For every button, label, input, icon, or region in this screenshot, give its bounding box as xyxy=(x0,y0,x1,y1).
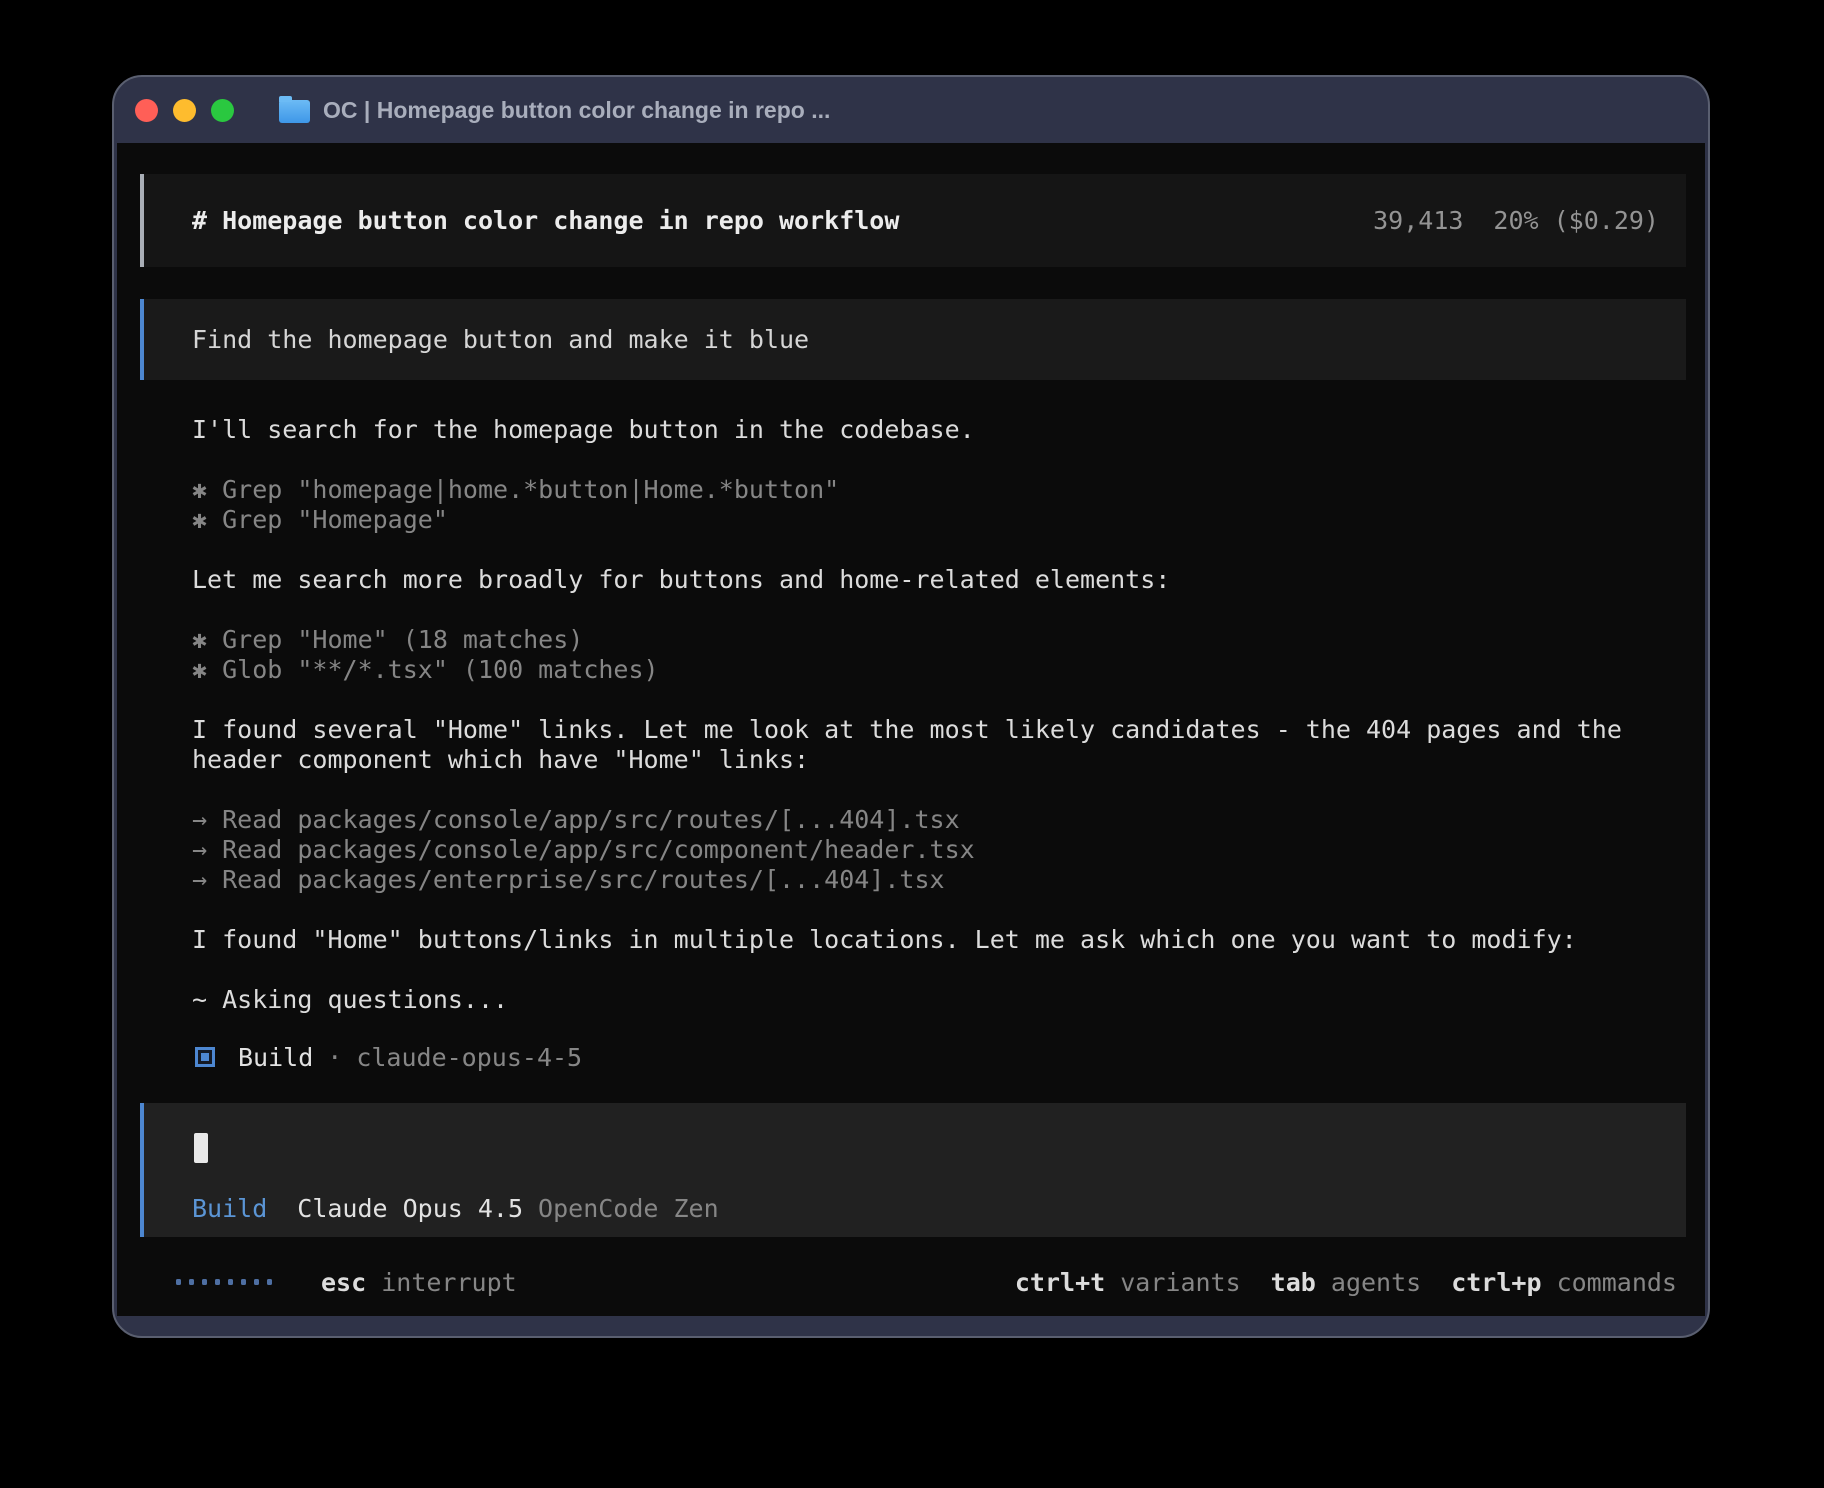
prompt-provider: OpenCode Zen xyxy=(538,1194,719,1223)
transcript-line: ~ Asking questions... xyxy=(192,985,1652,1015)
interrupt-label: interrupt xyxy=(366,1268,517,1297)
spinner-dot xyxy=(254,1279,259,1285)
prompt-input[interactable]: Build Claude Opus 4.5 OpenCode Zen xyxy=(140,1103,1686,1237)
transcript-line: Let me search more broadly for buttons a… xyxy=(192,565,1652,595)
prompt-mode: Build xyxy=(192,1194,267,1223)
transcript-line: ✱ Grep "homepage|home.*button|Home.*butt… xyxy=(192,475,1652,505)
shortcut-commands: ctrl+p commands xyxy=(1451,1268,1677,1297)
token-count: 39,413 xyxy=(1373,206,1463,235)
shortcut-variants: ctrl+t variants xyxy=(1015,1268,1241,1297)
close-button[interactable] xyxy=(135,99,158,122)
build-agent-icon xyxy=(195,1047,215,1067)
statusbar: esc interrupt ctrl+t variants tab agents… xyxy=(176,1267,1677,1297)
transcript-line: I found several "Home" links. Let me loo… xyxy=(192,715,1652,775)
transcript-line: → Read packages/console/app/src/componen… xyxy=(192,835,1652,865)
transcript-line: ✱ Grep "Homepage" xyxy=(192,505,1652,535)
agent-model: claude-opus-4-5 xyxy=(356,1043,582,1072)
spinner-dot xyxy=(241,1279,246,1285)
window-title: OC | Homepage button color change in rep… xyxy=(323,97,830,124)
statusbar-shortcuts: ctrl+t variants tab agents ctrl+p comman… xyxy=(1015,1268,1677,1297)
transcript-line xyxy=(192,685,1652,715)
user-message: Find the homepage button and make it blu… xyxy=(140,299,1686,380)
terminal-window: OC | Homepage button color change in rep… xyxy=(112,75,1710,1338)
interrupt-key: esc xyxy=(321,1268,366,1297)
spinner-dot xyxy=(189,1279,194,1285)
session-header: # Homepage button color change in repo w… xyxy=(140,174,1686,267)
transcript-line xyxy=(192,895,1652,925)
transcript-line: ✱ Glob "**/*.tsx" (100 matches) xyxy=(192,655,1652,685)
spinner-dot xyxy=(176,1279,181,1285)
spinner-dot xyxy=(215,1279,220,1285)
prompt-model: Claude Opus 4.5 xyxy=(297,1194,523,1223)
traffic-lights xyxy=(135,77,234,143)
transcript-line xyxy=(192,445,1652,475)
zoom-button[interactable] xyxy=(211,99,234,122)
window-title-group: OC | Homepage button color change in rep… xyxy=(279,77,830,143)
spinner-dots xyxy=(176,1279,272,1285)
titlebar[interactable]: OC | Homepage button color change in rep… xyxy=(114,77,1708,143)
transcript-line: I found "Home" buttons/links in multiple… xyxy=(192,925,1652,955)
transcript: I'll search for the homepage button in t… xyxy=(192,415,1652,1015)
statusbar-left: esc interrupt xyxy=(176,1268,517,1297)
transcript-line: I'll search for the homepage button in t… xyxy=(192,415,1652,445)
terminal-content: # Homepage button color change in repo w… xyxy=(117,143,1705,1316)
session-title: # Homepage button color change in repo w… xyxy=(192,206,899,235)
transcript-line xyxy=(192,775,1652,805)
agent-separator: · xyxy=(327,1043,342,1072)
text-cursor xyxy=(194,1133,208,1163)
transcript-line: ✱ Grep "Home" (18 matches) xyxy=(192,625,1652,655)
shortcut-agents: tab agents xyxy=(1271,1268,1422,1297)
transcript-line: → Read packages/console/app/src/routes/[… xyxy=(192,805,1652,835)
agent-name: Build xyxy=(238,1043,313,1072)
minimize-button[interactable] xyxy=(173,99,196,122)
spinner-dot xyxy=(267,1279,272,1285)
folder-icon xyxy=(279,100,310,123)
transcript-line: → Read packages/enterprise/src/routes/[.… xyxy=(192,865,1652,895)
spinner-dot xyxy=(202,1279,207,1285)
transcript-line xyxy=(192,535,1652,565)
user-message-text: Find the homepage button and make it blu… xyxy=(192,325,809,354)
transcript-line xyxy=(192,955,1652,985)
agent-status-line: Build · claude-opus-4-5 xyxy=(195,1040,582,1074)
context-usage: 20% ($0.29) xyxy=(1493,206,1659,235)
session-stats: 39,413 20% ($0.29) xyxy=(1373,206,1659,235)
spinner-dot xyxy=(228,1279,233,1285)
transcript-line xyxy=(192,595,1652,625)
prompt-meta: Build Claude Opus 4.5 OpenCode Zen xyxy=(192,1193,719,1223)
